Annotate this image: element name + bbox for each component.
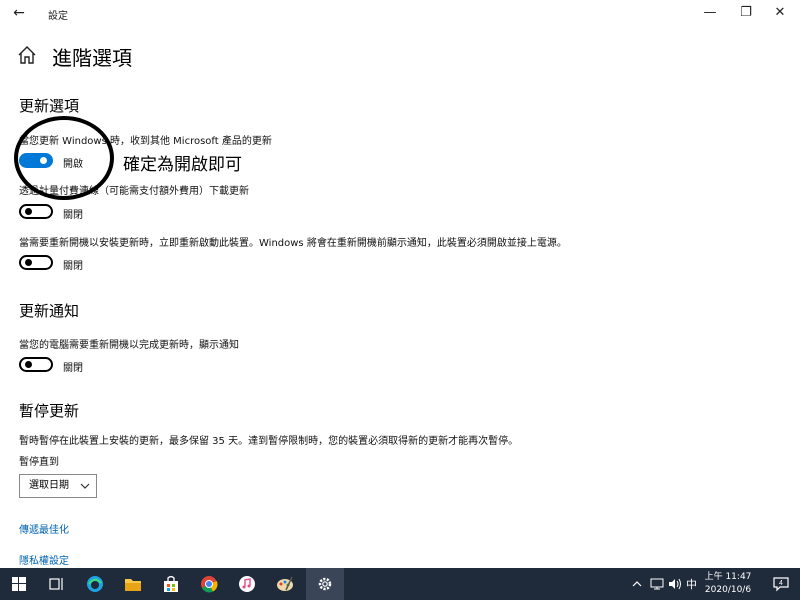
home-icon[interactable] [16,44,38,66]
paint-icon[interactable] [266,568,304,600]
restart-notice-description: 當您的電腦需要重新開機以完成更新時，顯示通知 [19,340,239,351]
task-view-icon[interactable] [38,568,76,600]
back-button[interactable]: ← [8,4,30,22]
taskbar-clock[interactable]: 上午 11:47 2020/10/6 [700,571,756,597]
input-language[interactable]: 中 [686,568,697,600]
notification-count: 4 [779,580,783,587]
clock-time: 上午 11:47 [704,572,752,582]
delivery-optimization-link[interactable]: 傳遞最佳化 [19,521,69,536]
page-title: 進階選項 [52,46,132,70]
pause-updates-heading: 暫停更新 [19,402,80,420]
privacy-settings-link[interactable]: 隱私權設定 [19,552,69,567]
chrome-icon[interactable] [190,568,228,600]
pause-until-label: 暫停直到 [19,457,59,468]
settings-icon[interactable] [306,568,344,600]
maximize-button[interactable]: ❐ [731,2,761,22]
start-icon[interactable] [0,568,38,600]
update-notifications-heading: 更新通知 [19,302,80,320]
metered-state: 關閉 [63,210,83,221]
close-button[interactable]: ✕ [765,2,795,22]
annotation-text: 確定為開啟即可 [123,155,242,175]
notification-center-icon[interactable]: 4 [762,568,800,600]
minimize-button[interactable]: — [695,2,725,22]
taskbar: 中 上午 11:47 2020/10/6 4 [0,568,800,600]
pause-date-value: 選取日期 [29,480,69,491]
title-bar: ← 設定 — ❐ ✕ [0,0,800,26]
chevron-down-icon [80,475,90,506]
pause-date-select[interactable]: 選取日期 [19,474,97,498]
tray-chevron-up-icon[interactable] [632,568,642,600]
itunes-icon[interactable] [228,568,266,600]
toggle-knob [25,208,32,215]
edge-icon[interactable] [76,568,114,600]
window-title: 設定 [48,11,68,22]
network-icon[interactable] [650,568,664,600]
restart-notice-toggle[interactable] [19,357,53,372]
metered-toggle[interactable] [19,204,53,219]
clock-date: 2020/10/6 [704,585,752,595]
annotation-circle [14,116,114,200]
file-explorer-icon[interactable] [114,568,152,600]
toggle-knob [25,259,32,266]
store-icon[interactable] [152,568,190,600]
update-options-heading: 更新選項 [19,97,80,115]
restart-asap-description: 當需要重新開機以安裝更新時，立即重新啟動此裝置。Windows 將會在重新開機前… [19,238,567,249]
restart-asap-state: 關閉 [63,261,83,272]
restart-asap-toggle[interactable] [19,255,53,270]
pause-updates-description: 暫時暫停在此裝置上安裝的更新，最多保留 35 天。達到暫停限制時，您的裝置必須取… [19,436,519,447]
restart-notice-state: 關閉 [63,363,83,374]
volume-icon[interactable] [668,568,682,600]
toggle-knob [25,361,32,368]
